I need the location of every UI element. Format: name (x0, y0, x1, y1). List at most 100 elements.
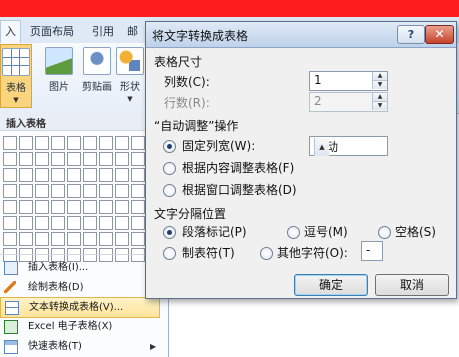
paragraph-mark-label[interactable]: 段落标记(P) (182, 223, 247, 240)
table-grid-cell[interactable] (51, 136, 65, 150)
columns-spinner[interactable]: 1 ▲ ▼ (309, 71, 388, 91)
table-grid-cell[interactable] (35, 152, 49, 166)
table-grid-cell[interactable] (67, 232, 81, 246)
radio-space[interactable] (378, 226, 391, 239)
table-grid-cell[interactable] (83, 200, 97, 214)
radio-autofit-window[interactable] (163, 184, 176, 197)
table-grid-cell[interactable] (3, 216, 17, 230)
table-grid-cell[interactable] (83, 168, 97, 182)
spin-up-icon[interactable]: ▲ (372, 72, 387, 81)
table-grid-cell[interactable] (83, 216, 97, 230)
table-grid-cell[interactable] (67, 168, 81, 182)
table-grid-cell[interactable] (19, 136, 33, 150)
table-grid-cell[interactable] (115, 184, 129, 198)
table-grid-cell[interactable] (35, 168, 49, 182)
table-grid-cell[interactable] (115, 216, 129, 230)
table-grid-cell[interactable] (99, 152, 113, 166)
table-grid-cell[interactable] (99, 184, 113, 198)
table-grid-cell[interactable] (35, 136, 49, 150)
table-grid-cell[interactable] (3, 184, 17, 198)
table-grid-cell[interactable] (3, 152, 17, 166)
table-grid-cell[interactable] (131, 184, 145, 198)
shapes-button[interactable]: 形状 ▼ (115, 47, 145, 104)
table-grid-cell[interactable] (19, 168, 33, 182)
table-grid-cell[interactable] (3, 136, 17, 150)
table-grid-cell[interactable] (51, 184, 65, 198)
table-grid-cell[interactable] (19, 152, 33, 166)
table-grid-cell[interactable] (99, 216, 113, 230)
table-grid-cell[interactable] (115, 136, 129, 150)
table-grid-cell[interactable] (19, 232, 33, 246)
table-grid-cell[interactable] (35, 200, 49, 214)
table-grid-cell[interactable] (131, 152, 145, 166)
table-size-grid[interactable] (3, 136, 165, 262)
other-character-input[interactable]: - (361, 241, 383, 261)
table-grid-cell[interactable] (3, 168, 17, 182)
table-grid-cell[interactable] (131, 200, 145, 214)
dialog-titlebar[interactable]: 将文字转换成表格 ? ✕ (146, 22, 456, 48)
table-grid-cell[interactable] (19, 200, 33, 214)
table-grid-cell[interactable] (115, 200, 129, 214)
tab-mailings[interactable]: 邮 (127, 23, 138, 39)
tab-label[interactable]: 制表符(T) (182, 244, 235, 261)
radio-comma[interactable] (287, 226, 300, 239)
table-grid-cell[interactable] (99, 136, 113, 150)
table-grid-cell[interactable] (131, 216, 145, 230)
other-character-label[interactable]: 其他字符(O): (277, 244, 348, 261)
menu-item-convert-text-to-table[interactable]: 文本转换成表格(V)... (0, 297, 160, 318)
table-grid-cell[interactable] (51, 216, 65, 230)
help-button[interactable]: ? (397, 25, 425, 44)
menu-item-excel-spreadsheet[interactable]: Excel 电子表格(X) (0, 317, 160, 336)
table-grid-cell[interactable] (35, 184, 49, 198)
clipart-button[interactable]: 剪贴画 (77, 47, 117, 93)
table-grid-cell[interactable] (115, 168, 129, 182)
radio-tab[interactable] (163, 247, 176, 260)
table-grid-cell[interactable] (99, 168, 113, 182)
table-grid-cell[interactable] (131, 136, 145, 150)
spin-icon[interactable]: ▲ (314, 138, 329, 156)
table-grid-cell[interactable] (51, 168, 65, 182)
autofit-window-label[interactable]: 根据窗口调整表格(D) (182, 181, 297, 198)
fixed-width-select[interactable]: 自动 ▲ (309, 136, 388, 156)
table-grid-cell[interactable] (35, 232, 49, 246)
table-grid-cell[interactable] (3, 200, 17, 214)
table-grid-cell[interactable] (115, 232, 129, 246)
radio-fixed-width[interactable] (163, 140, 176, 153)
table-grid-cell[interactable] (131, 168, 145, 182)
table-grid-cell[interactable] (83, 136, 97, 150)
table-grid-cell[interactable] (67, 136, 81, 150)
table-grid-cell[interactable] (99, 200, 113, 214)
comma-label[interactable]: 逗号(M) (304, 223, 348, 240)
table-grid-cell[interactable] (51, 200, 65, 214)
menu-item-quick-tables[interactable]: 快速表格(T) ▶ (0, 337, 160, 356)
table-grid-cell[interactable] (83, 184, 97, 198)
table-grid-cell[interactable] (19, 216, 33, 230)
table-grid-cell[interactable] (83, 152, 97, 166)
table-grid-cell[interactable] (35, 216, 49, 230)
table-grid-cell[interactable] (51, 152, 65, 166)
table-grid-cell[interactable] (67, 200, 81, 214)
table-grid-cell[interactable] (67, 216, 81, 230)
ok-button[interactable]: 确定 (294, 274, 368, 296)
table-grid-cell[interactable] (3, 232, 17, 246)
close-button[interactable]: ✕ (425, 25, 454, 44)
menu-item-insert-table[interactable]: 插入表格(I)... (0, 258, 160, 277)
cancel-button[interactable]: 取消 (375, 274, 449, 296)
table-grid-cell[interactable] (19, 184, 33, 198)
spin-down-icon[interactable]: ▼ (372, 81, 387, 89)
table-grid-cell[interactable] (83, 232, 97, 246)
tab-references[interactable]: 引用 (92, 23, 114, 39)
tab-page-layout[interactable]: 页面布局 (30, 23, 74, 39)
radio-other-character[interactable] (260, 247, 273, 260)
table-grid-cell[interactable] (51, 232, 65, 246)
radio-autofit-contents[interactable] (163, 162, 176, 175)
radio-paragraph-mark[interactable] (163, 226, 176, 239)
space-label[interactable]: 空格(S) (395, 223, 436, 240)
autofit-contents-label[interactable]: 根据内容调整表格(F) (182, 159, 294, 176)
menu-item-draw-table[interactable]: 绘制表格(D) (0, 278, 160, 297)
table-grid-cell[interactable] (67, 184, 81, 198)
table-grid-cell[interactable] (99, 232, 113, 246)
picture-button[interactable]: 图片 (45, 47, 73, 93)
table-grid-cell[interactable] (115, 152, 129, 166)
fixed-width-label[interactable]: 固定列宽(W): (182, 137, 255, 154)
